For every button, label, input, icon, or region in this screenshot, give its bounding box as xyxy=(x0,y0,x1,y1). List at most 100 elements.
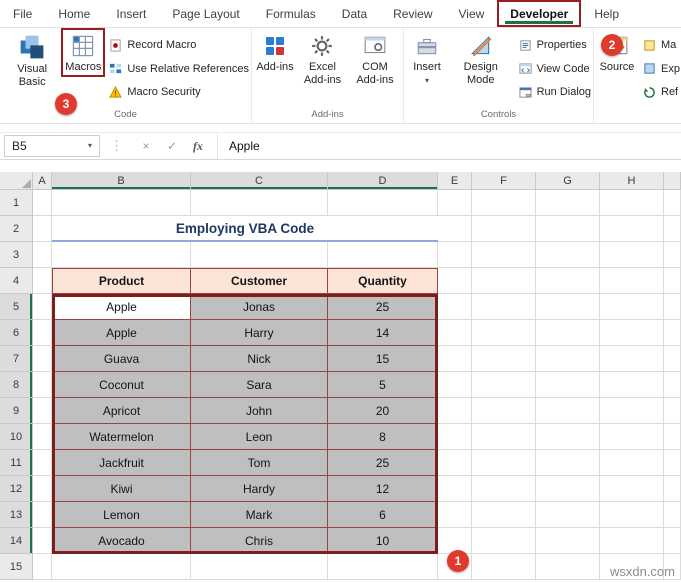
cell-H2[interactable] xyxy=(600,216,664,242)
cell-x8[interactable] xyxy=(664,372,681,398)
cell-A4[interactable] xyxy=(33,268,52,294)
cell-A8[interactable] xyxy=(33,372,52,398)
cell-A6[interactable] xyxy=(33,320,52,346)
cell-G2[interactable] xyxy=(536,216,600,242)
column-header-E[interactable]: E xyxy=(438,172,472,190)
row-header-4[interactable]: 4 xyxy=(0,268,33,294)
cell-F11[interactable] xyxy=(472,450,536,476)
cell-B3[interactable] xyxy=(52,242,191,268)
cell-A5[interactable] xyxy=(33,294,52,320)
cell-A9[interactable] xyxy=(33,398,52,424)
name-box[interactable]: B5 ▾ xyxy=(4,135,100,157)
row-header-10[interactable]: 10 xyxy=(0,424,33,450)
cell-B5[interactable]: Apple xyxy=(52,294,191,320)
cell-B1[interactable] xyxy=(52,190,191,216)
tab-page-layout[interactable]: Page Layout xyxy=(159,0,252,27)
cell-D12[interactable]: 12 xyxy=(328,476,438,502)
cell-C3[interactable] xyxy=(191,242,328,268)
cell-C14[interactable]: Chris xyxy=(191,528,328,554)
cell-E2[interactable] xyxy=(438,216,472,242)
cell-D13[interactable]: 6 xyxy=(328,502,438,528)
cell-H9[interactable] xyxy=(600,398,664,424)
cell-F14[interactable] xyxy=(472,528,536,554)
cell-C1[interactable] xyxy=(191,190,328,216)
row-header-8[interactable]: 8 xyxy=(0,372,33,398)
com-addins-button[interactable]: COM Add-ins xyxy=(349,29,401,88)
cell-C7[interactable]: Nick xyxy=(191,346,328,372)
cell-F9[interactable] xyxy=(472,398,536,424)
cell-E13[interactable] xyxy=(438,502,472,528)
cell-E1[interactable] xyxy=(438,190,472,216)
cell-x7[interactable] xyxy=(664,346,681,372)
cell-D8[interactable]: 5 xyxy=(328,372,438,398)
cell-B13[interactable]: Lemon xyxy=(52,502,191,528)
cell-D4[interactable]: Quantity xyxy=(328,268,438,294)
cell-D3[interactable] xyxy=(328,242,438,268)
cell-E12[interactable] xyxy=(438,476,472,502)
addins-button[interactable]: Add-ins xyxy=(254,29,296,76)
cell-C6[interactable]: Harry xyxy=(191,320,328,346)
row-header-12[interactable]: 12 xyxy=(0,476,33,502)
cell-D11[interactable]: 25 xyxy=(328,450,438,476)
cell-B8[interactable]: Coconut xyxy=(52,372,191,398)
cell-E5[interactable] xyxy=(438,294,472,320)
column-header-D[interactable]: D xyxy=(328,172,438,190)
cell-x2[interactable] xyxy=(664,216,681,242)
cell-G1[interactable] xyxy=(536,190,600,216)
cell-E8[interactable] xyxy=(438,372,472,398)
cell-C11[interactable]: Tom xyxy=(191,450,328,476)
excel-addins-button[interactable]: Excel Add-ins xyxy=(296,29,349,88)
cell-H6[interactable] xyxy=(600,320,664,346)
macro-security-button[interactable]: Macro Security xyxy=(109,84,249,100)
enter-icon[interactable]: ✓ xyxy=(159,139,185,153)
cell-H13[interactable] xyxy=(600,502,664,528)
cell-C12[interactable]: Hardy xyxy=(191,476,328,502)
cell-A14[interactable] xyxy=(33,528,52,554)
formula-input[interactable]: Apple xyxy=(217,133,681,159)
tab-view[interactable]: View xyxy=(446,0,498,27)
cell-E7[interactable] xyxy=(438,346,472,372)
cell-G11[interactable] xyxy=(536,450,600,476)
cell-H1[interactable] xyxy=(600,190,664,216)
tab-file[interactable]: File xyxy=(0,0,45,27)
cell-F4[interactable] xyxy=(472,268,536,294)
cell-G6[interactable] xyxy=(536,320,600,346)
cell-x3[interactable] xyxy=(664,242,681,268)
cell-H5[interactable] xyxy=(600,294,664,320)
cell-B9[interactable]: Apricot xyxy=(52,398,191,424)
cell-B15[interactable] xyxy=(52,554,191,580)
run-dialog-button[interactable]: Run Dialog xyxy=(519,84,591,100)
cell-H4[interactable] xyxy=(600,268,664,294)
cell-H3[interactable] xyxy=(600,242,664,268)
cell-C5[interactable]: Jonas xyxy=(191,294,328,320)
cell-D10[interactable]: 8 xyxy=(328,424,438,450)
insert-control-button[interactable]: Insert ▾ xyxy=(406,29,448,87)
column-header-B[interactable]: B xyxy=(52,172,191,190)
column-header-A[interactable]: A xyxy=(33,172,52,190)
cell-G10[interactable] xyxy=(536,424,600,450)
cell-F10[interactable] xyxy=(472,424,536,450)
cell-E4[interactable] xyxy=(438,268,472,294)
cell-D7[interactable]: 15 xyxy=(328,346,438,372)
macros-button[interactable]: Macros xyxy=(61,28,106,77)
row-header-14[interactable]: 14 xyxy=(0,528,33,554)
cell-F6[interactable] xyxy=(472,320,536,346)
cell-x6[interactable] xyxy=(664,320,681,346)
cell-G12[interactable] xyxy=(536,476,600,502)
column-header-C[interactable]: C xyxy=(191,172,328,190)
column-header-H[interactable]: H xyxy=(600,172,664,190)
cell-G7[interactable] xyxy=(536,346,600,372)
cell-B7[interactable]: Guava xyxy=(52,346,191,372)
cell-x4[interactable] xyxy=(664,268,681,294)
cell-B4[interactable]: Product xyxy=(52,268,191,294)
cell-F15[interactable] xyxy=(472,554,536,580)
tab-developer[interactable]: Developer xyxy=(497,0,582,27)
map-properties-button[interactable]: Ma xyxy=(643,37,680,53)
cell-A11[interactable] xyxy=(33,450,52,476)
cell-H8[interactable] xyxy=(600,372,664,398)
row-header-15[interactable]: 15 xyxy=(0,554,33,580)
cell-C8[interactable]: Sara xyxy=(191,372,328,398)
cell-D1[interactable] xyxy=(328,190,438,216)
cell-C9[interactable]: John xyxy=(191,398,328,424)
cell-H12[interactable] xyxy=(600,476,664,502)
